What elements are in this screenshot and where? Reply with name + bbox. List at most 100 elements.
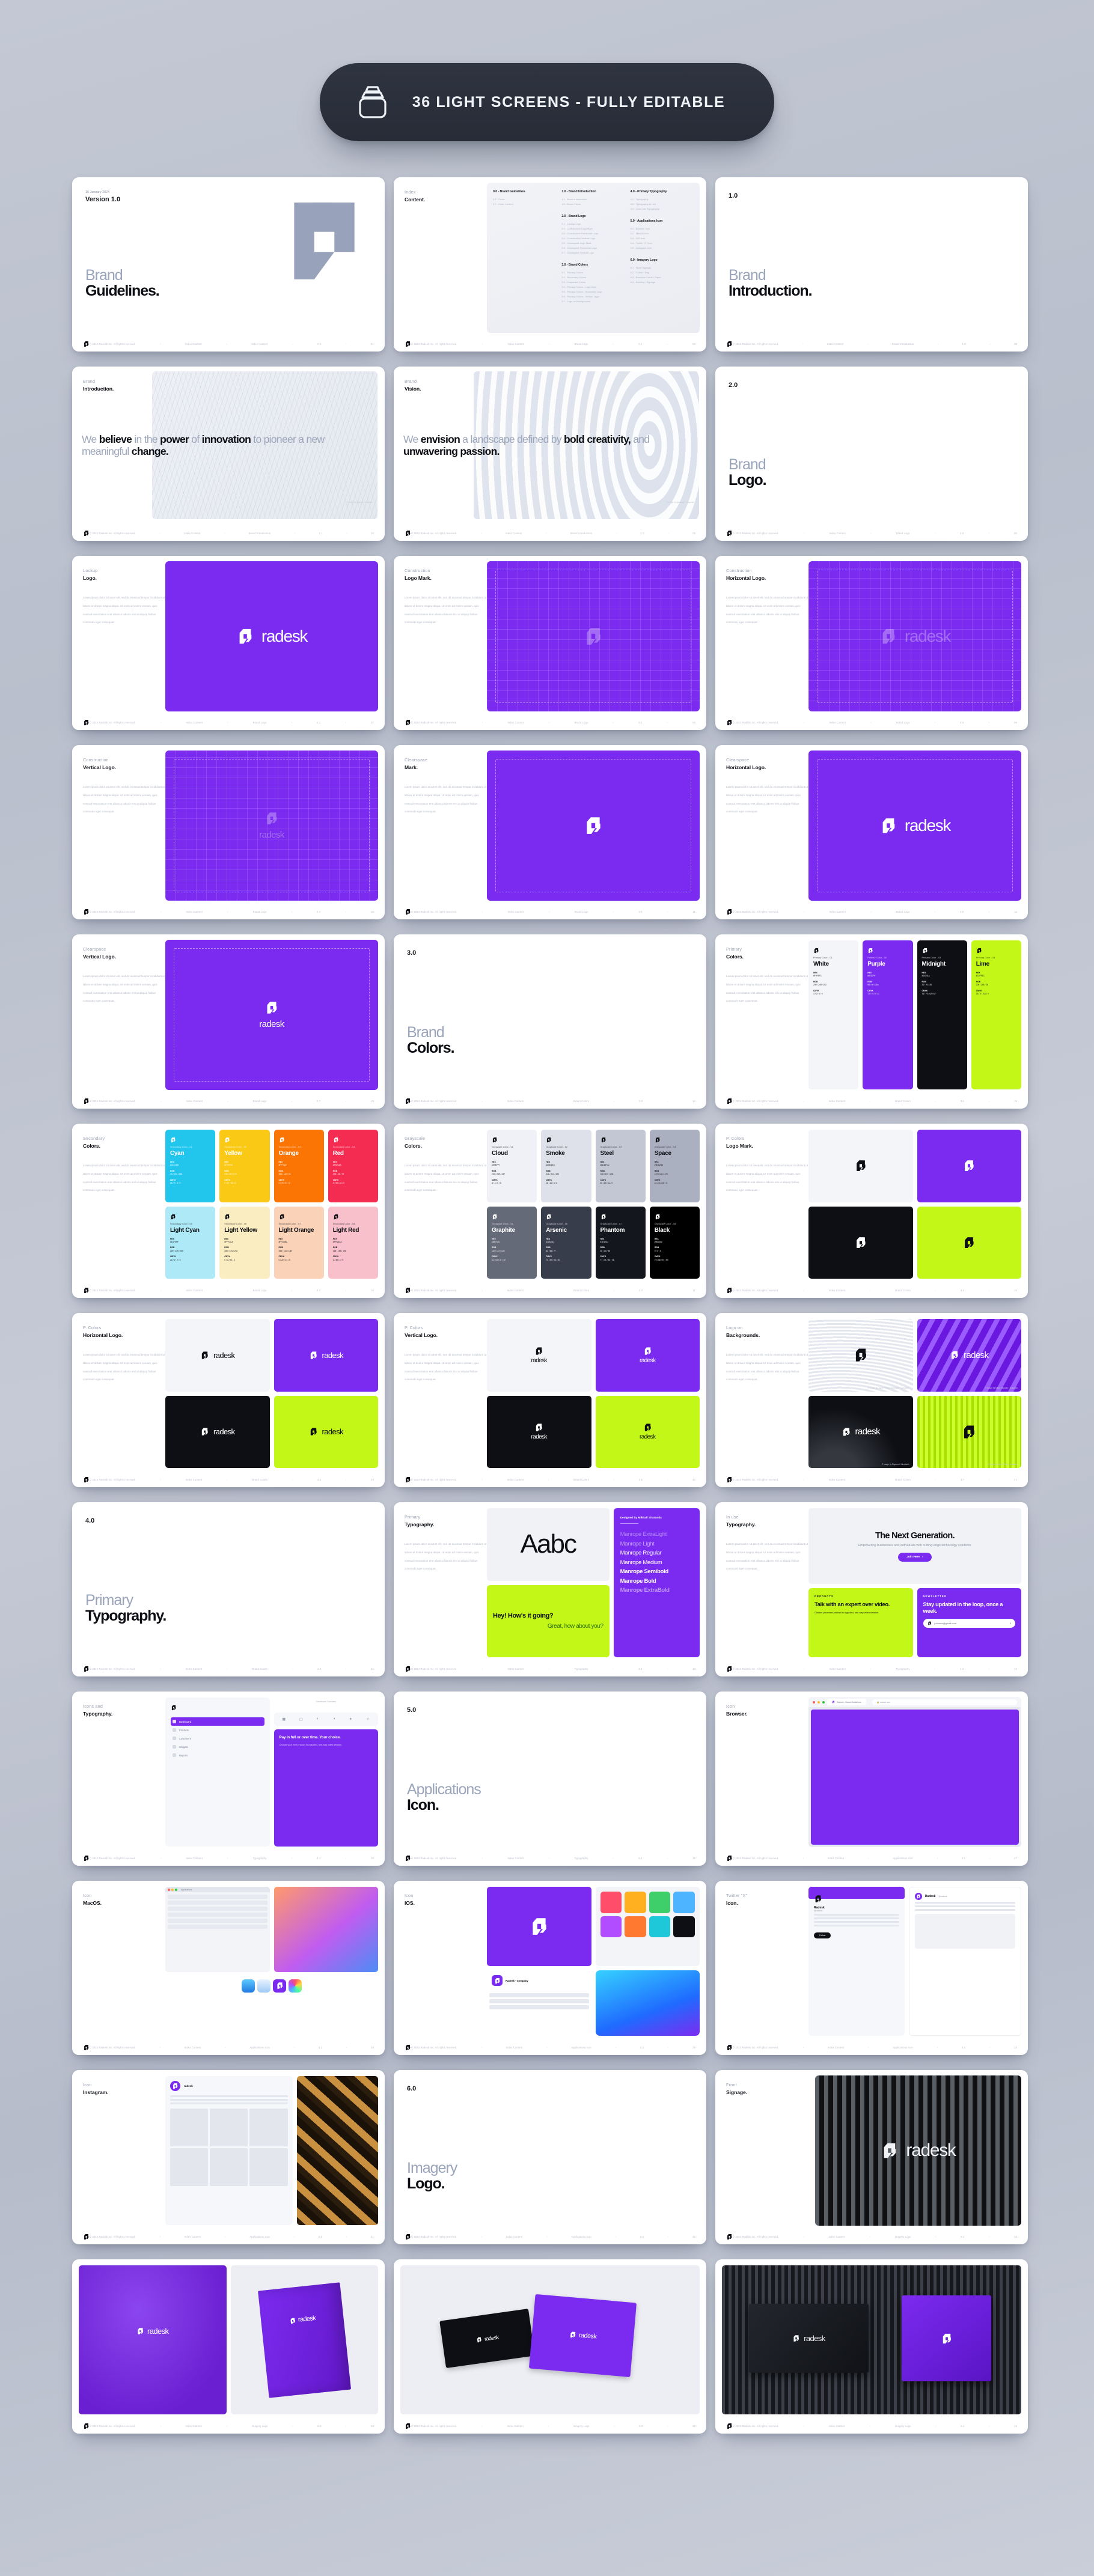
index-item[interactable]: 3.2 - Secondary Colors [561, 275, 625, 280]
index-item[interactable]: 3.6 - Primary Colors - Vertical Logo [561, 294, 625, 299]
file-row[interactable] [168, 1901, 267, 1905]
index-item[interactable]: 0.2 - Index Content [493, 202, 556, 207]
app-icon[interactable] [649, 1892, 671, 1913]
index-section[interactable]: 1.0 - Brand Introduction 1.1 - Brand Int… [561, 190, 625, 207]
index-section[interactable]: 4.0 - Primary Typography 4.1 - Typograph… [631, 190, 694, 212]
slide-cover[interactable]: 16 January 2024 Version 1.0 Brand Guidel… [72, 177, 385, 352]
radesk-icon[interactable] [273, 1979, 286, 1993]
index-item[interactable]: 3.1 - Primary Colors [561, 270, 625, 275]
index-item[interactable]: 6.4 - Building / Signage [631, 280, 694, 285]
newsletter-email-input[interactable]: johndoe@gmail.com › [923, 1619, 1015, 1628]
minimize-icon[interactable] [171, 1888, 174, 1891]
app-icon[interactable] [625, 1916, 646, 1938]
logo-color-tile[interactable]: radesk [274, 1319, 378, 1392]
slide-clearspace-logo-mark[interactable]: Clearspace Mark. Lorem ipsum dolor sit a… [394, 745, 706, 919]
slide-brand-logo-divider[interactable]: 2.0 Brand Logo. © 2024 Radesk Inc. All r… [715, 367, 1028, 541]
index-item[interactable]: 2.3 - Construction Horizontal Logo [561, 231, 625, 236]
index-item[interactable]: 3.4 - Primary Colors - Logo Mark [561, 285, 625, 290]
post-thumbnail[interactable] [170, 2109, 209, 2147]
slide-brand-vision[interactable]: Brand Vision. We envision a landscape de… [394, 367, 706, 541]
file-row[interactable] [168, 1919, 267, 1923]
logo-background-panel[interactable]: radesk © Image by Sigmund / Unsplash [808, 1395, 913, 1468]
post-thumbnail[interactable] [210, 2109, 248, 2147]
index-section[interactable]: 6.0 - Imagery Logo 6.1 - Front Signage 6.… [631, 258, 694, 285]
logo-color-tile[interactable]: radesk [595, 1395, 700, 1468]
file-row[interactable] [168, 1895, 267, 1899]
slide-typography[interactable]: Primary Typography. Lorem ipsum dolor si… [394, 1502, 706, 1676]
file-row[interactable] [168, 1913, 267, 1917]
logo-color-tile[interactable] [917, 1130, 1021, 1202]
app-icon[interactable] [649, 1916, 671, 1938]
menu-item[interactable]: Widgets [171, 1743, 264, 1751]
index-item[interactable]: 2.4 - Construction Vertical Logo [561, 236, 625, 241]
close-icon[interactable] [168, 1888, 170, 1891]
index-item[interactable]: 1.2 - Brand Vision [561, 202, 625, 207]
index-item[interactable]: 2.7 - Clearspace Vertical Logo [561, 251, 625, 255]
color-swatch-card[interactable]: Primary Color - 04 Lime HEX #C8FF1C RGB 20… [971, 940, 1021, 1089]
index-item[interactable]: 4.1 - Typography [631, 197, 694, 202]
maximize-icon[interactable] [175, 1888, 177, 1891]
index-item[interactable]: 1.1 - Brand Introduction [561, 197, 625, 202]
index-item[interactable]: 5.1 - Browser Icon [631, 227, 694, 231]
index-item[interactable]: 5.3 - IOS Icon [631, 236, 694, 241]
slide-primary-colors-horizontal-logo[interactable]: P. Colors Horizontal Logo. Lorem ipsum d… [72, 1313, 385, 1487]
color-swatch-card[interactable]: Secondary Color - 04 Red HEX #F92D4A RGB 2… [328, 1130, 378, 1202]
slide-construction-vertical-logo[interactable]: Construction Vertical Logo. Lorem ipsum … [72, 745, 385, 919]
index-item[interactable]: 2.5 - Clearspace Logo Mark [561, 241, 625, 246]
index-item[interactable]: 6.3 - Business Cards / Paper [631, 275, 694, 280]
index-item[interactable]: 6.2 - T-Shirt / Bag [631, 270, 694, 275]
slide-construction-horizontal-logo[interactable]: Construction Horizontal Logo. Lorem ipsu… [715, 556, 1028, 730]
menu-item[interactable]: Dashboard [171, 1717, 264, 1726]
index-item[interactable]: 5.5 - Instagram Icon [631, 246, 694, 251]
slide-browser-icon[interactable]: Icon Browser. Radesk - Brand Guidelines … [715, 1691, 1028, 1866]
file-row[interactable] [168, 1907, 267, 1911]
ui-icon[interactable]: ◐ [317, 1717, 319, 1722]
color-swatch-card[interactable]: Secondary Color - 01 Cyan HEX #21C4EB RGB… [165, 1130, 216, 1202]
slide-building-signage[interactable]: radesk © 2024 Radesk Inc. All rights res… [715, 2259, 1028, 2434]
index-item[interactable]: 6.1 - Front Signage [631, 266, 694, 270]
color-swatch-card[interactable]: Secondary Color - 07 Light Orange HEX #FF… [274, 1206, 324, 1279]
logo-color-tile[interactable]: radesk [274, 1395, 378, 1468]
post-thumbnail[interactable] [170, 2148, 209, 2187]
post-thumbnail[interactable] [210, 2148, 248, 2187]
ui-icon[interactable]: ◼ [282, 1717, 286, 1722]
color-swatch-card[interactable]: Grayscale Color - 08 Black HEX #000000 RG… [649, 1206, 700, 1279]
follow-button[interactable]: Follow [814, 1932, 831, 1938]
slide-tshirt-bag[interactable]: radesk radesk © 2024 Radesk Inc. All rig… [72, 2259, 385, 2434]
slide-primary-colors[interactable]: Primary Colors. Lorem ipsum dolor sit am… [715, 934, 1028, 1109]
ui-icon[interactable]: ◑ [333, 1717, 335, 1722]
finder-icon[interactable] [242, 1979, 255, 1993]
slide-logo-on-backgrounds[interactable]: Logo on Backgrounds. Lorem ipsum dolor s… [715, 1313, 1028, 1487]
post-thumbnail[interactable] [249, 2109, 288, 2147]
index-item[interactable]: 2.1 - Lockup Logo [561, 222, 625, 227]
minimize-icon[interactable] [817, 1701, 820, 1704]
menu-item[interactable]: Products [171, 1726, 264, 1734]
slide-primary-colors-logo-mark[interactable]: P. Colors Logo Mark. Lorem ipsum dolor s… [715, 1124, 1028, 1298]
logo-color-tile[interactable]: radesk [487, 1319, 591, 1392]
photos-icon[interactable] [289, 1979, 302, 1993]
browser-url-bar[interactable]: 🔒 radesk.com [872, 1699, 1017, 1705]
app-icon[interactable] [600, 1916, 622, 1938]
index-section[interactable]: 2.0 - Brand Logo 2.1 - Lockup Logo 2.2 - … [561, 215, 625, 255]
color-swatch-card[interactable]: Grayscale Color - 06 Arsenic HEX #40424D … [541, 1206, 591, 1279]
slide-instagram-icon[interactable]: Icon Instagram. radesk © 2024 Radesk Inc… [72, 2070, 385, 2244]
index-item[interactable]: 5.2 - MacOS Icon [631, 231, 694, 236]
slide-brand-introduction-divider[interactable]: 1.0 Brand Introduction. © 2024 Radesk In… [715, 177, 1028, 352]
slide-brand-colors-divider[interactable]: 3.0 Brand Colors. © 2024 Radesk Inc. All… [394, 934, 706, 1109]
file-row[interactable] [168, 1925, 267, 1929]
slide-macos-icon[interactable]: Icon MacOS. Applications © 2024 Radesk I… [72, 1881, 385, 2055]
color-swatch-card[interactable]: Grayscale Color - 04 Space HEX #9DA2B5 RG… [649, 1130, 700, 1202]
color-swatch-card[interactable]: Grayscale Color - 07 Phantom HEX #1E1E24 … [595, 1206, 646, 1279]
index-item[interactable]: 3.5 - Primary Colors - Horizontal Logo [561, 290, 625, 294]
slide-secondary-colors[interactable]: Secondary Colors. Lorem ipsum dolor sit … [72, 1124, 385, 1298]
color-swatch-card[interactable]: Secondary Color - 08 Light Red HEX #FFBAC… [328, 1206, 378, 1279]
menu-item[interactable]: Customers [171, 1734, 264, 1743]
slide-imagery-logo-divider[interactable]: 6.0 Imagery Logo. © 2024 Radesk Inc. All… [394, 2070, 706, 2244]
slide-icons-and-typography[interactable]: Icons and Typography. Dashboard Products… [72, 1691, 385, 1866]
index-item[interactable]: 5.4 - Twitter "X" Icon [631, 241, 694, 246]
index-item[interactable]: 3.3 - Grayscale Colors [561, 280, 625, 285]
logo-background-panel[interactable]: © Image by Jakob Philipp Gaßwagler / Uns… [808, 1319, 913, 1392]
index-item[interactable]: 2.2 - Construction Logo Mark [561, 227, 625, 231]
logo-background-panel[interactable]: © Image by Nazrin Babij / Unsplash [917, 1395, 1021, 1468]
index-item[interactable]: 0.1 - Cover [493, 197, 556, 202]
